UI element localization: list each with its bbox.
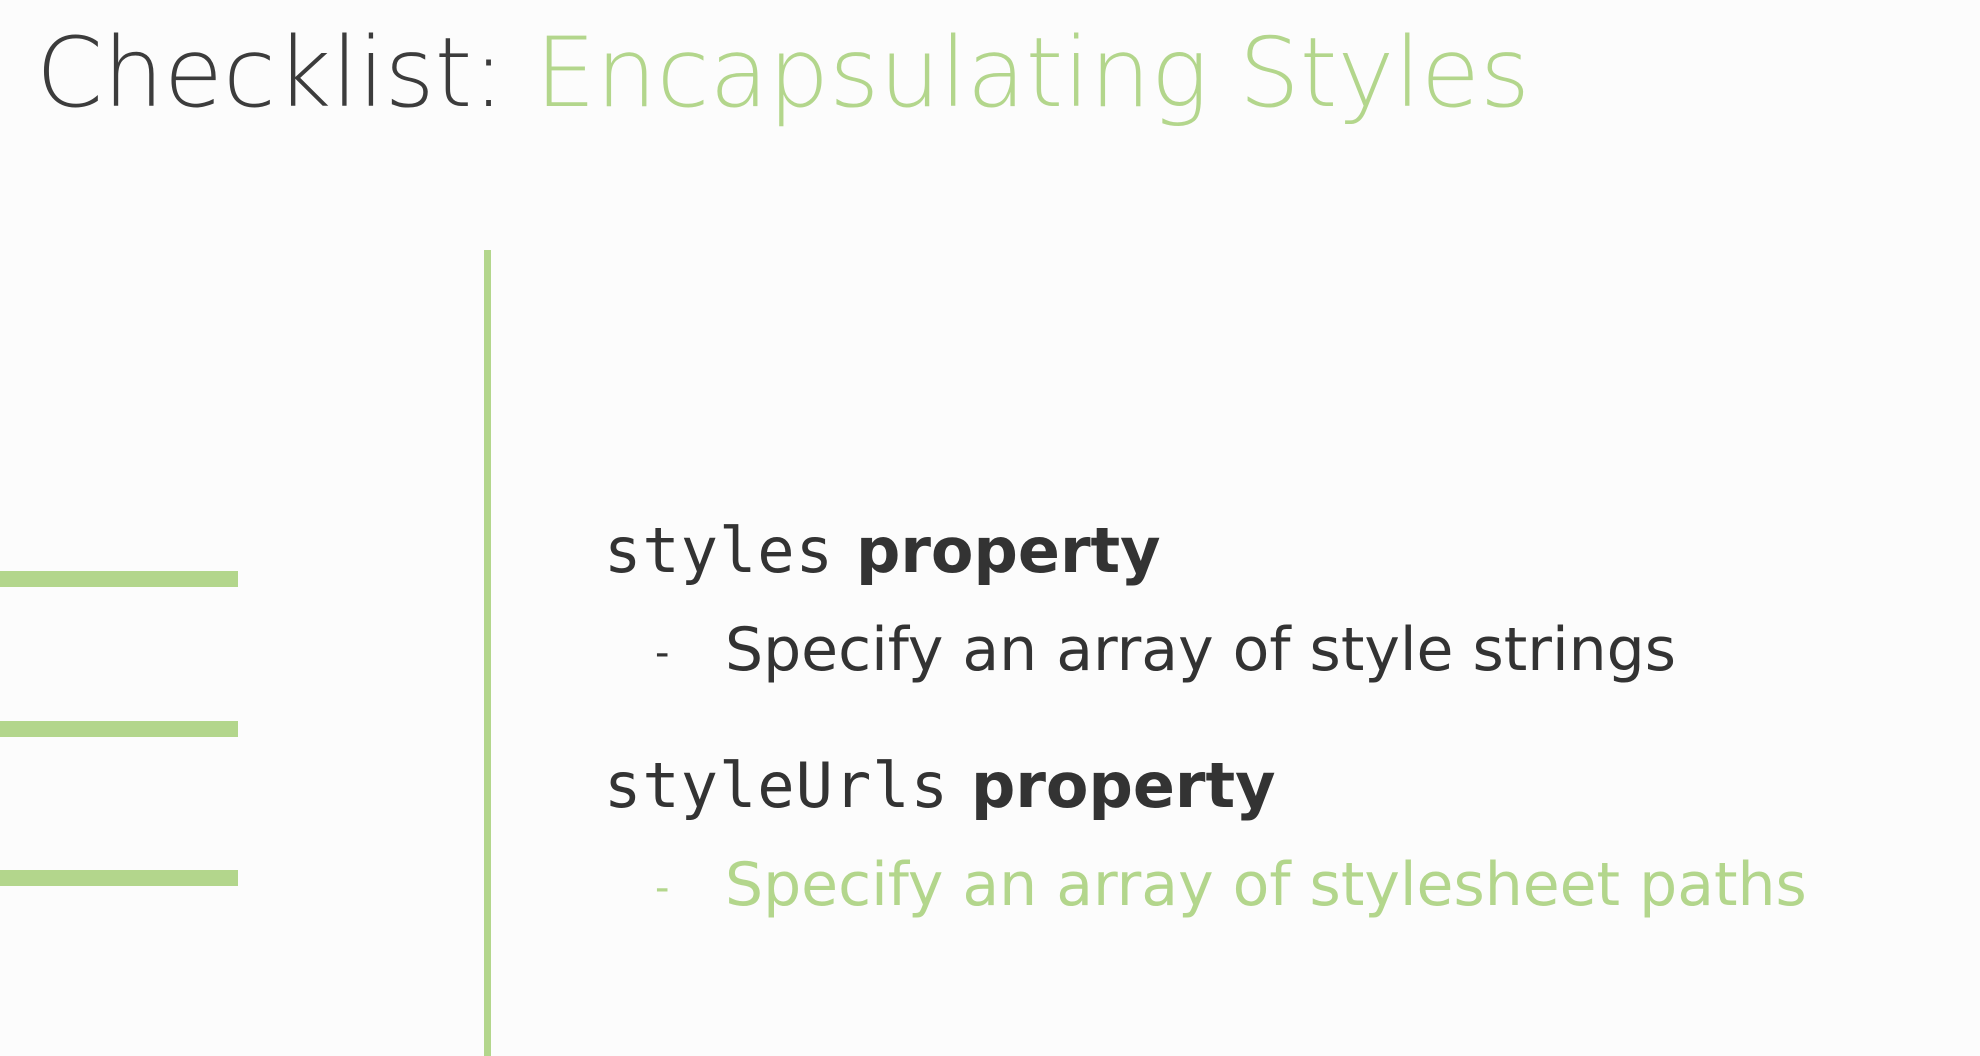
checklist-subitem-styleurls: - Specify an array of stylesheet paths: [655, 855, 1807, 915]
keyword: property: [855, 514, 1161, 587]
decorative-bar-3: [0, 870, 238, 886]
slide-title: Checklist: Encapsulating Styles: [36, 16, 1530, 131]
checklist-item-styleurls: styleUrls property: [604, 755, 1276, 818]
title-main: Checklist:: [36, 17, 505, 129]
decorative-bar-1: [0, 571, 238, 587]
decorative-bar-2: [0, 721, 238, 737]
checklist-item-styles: styles property: [604, 520, 1161, 583]
code-term: styleUrls: [604, 749, 949, 822]
bullet-dash: -: [655, 865, 670, 912]
checklist-subitem-styles: - Specify an array of style strings: [655, 620, 1676, 680]
vertical-divider: [484, 250, 491, 1056]
slide: Checklist: Encapsulating Styles styles pr…: [0, 0, 1980, 1056]
description: Specify an array of style strings: [725, 615, 1677, 685]
title-accent: Encapsulating Styles: [535, 17, 1530, 129]
description: Specify an array of stylesheet paths: [725, 850, 1807, 920]
bullet-dash: -: [655, 630, 670, 677]
keyword: property: [970, 749, 1276, 822]
code-term: styles: [604, 514, 834, 587]
